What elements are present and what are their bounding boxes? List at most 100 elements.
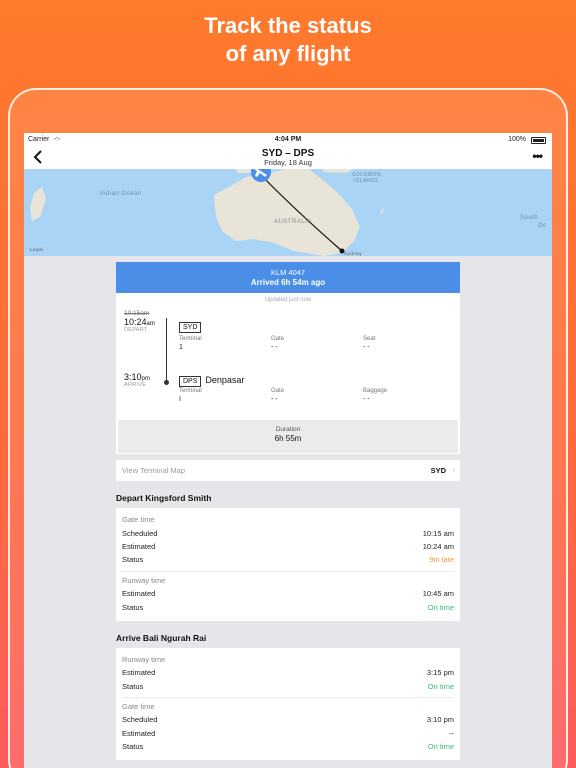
arrive-times: 3:10pm ARRIVE — [124, 372, 150, 388]
row-value: 10:24 am — [422, 541, 454, 551]
row-label: Estimated — [122, 668, 156, 678]
baggage-label: Baggage — [363, 388, 388, 394]
view-terminal-map-button[interactable]: View Terminal Map SYD › — [116, 460, 460, 481]
flight-times: 10:15am 10:24am DEPART SYD Terminal 1 Ga… — [116, 308, 460, 454]
list-item: Status On time — [122, 740, 454, 753]
duration-label: Duration — [275, 426, 301, 433]
arrive-terminal: I — [179, 396, 181, 403]
arrive-runway-head: Runway time — [122, 654, 166, 664]
status-on-time: On time — [427, 602, 454, 612]
depart-airport: SYD — [179, 316, 202, 334]
arrive-section-title: Arrive Bali Ngurah Rai — [116, 632, 207, 643]
list-header: Gate time — [122, 513, 454, 526]
depart-terminal-label: Terminal — [179, 336, 202, 342]
more-icon[interactable]: ••• — [532, 149, 543, 163]
depart-code: SYD — [179, 322, 202, 333]
list-item: Status On time — [122, 600, 454, 613]
flight-card: Updated just now 10:15am 10:24am DEPART … — [116, 293, 460, 454]
depart-gate-group: Gate time Scheduled 10:15 am Estimated 10:… — [122, 511, 454, 572]
arrival-status: Arrived 6h 54m ago — [250, 278, 326, 287]
row-label: Status — [122, 602, 144, 612]
list-header: Gate time — [122, 700, 454, 713]
depart-scheduled-time: 10:15am — [124, 310, 150, 317]
timeline-line — [166, 318, 167, 382]
depart-terminal: 1 — [179, 344, 183, 351]
depart-times-list: Gate time Scheduled 10:15 am Estimated 10:… — [116, 508, 460, 621]
row-label: Estimated — [122, 589, 156, 599]
promo-line-1: Track the status — [204, 13, 372, 38]
depart-runway-head: Runway time — [122, 575, 166, 585]
status-on-time: On time — [427, 742, 454, 752]
arrive-time: 3:10pm — [124, 372, 150, 382]
list-item: Estimated 10:45 am — [122, 587, 454, 600]
flight-number: KLM 4047 — [270, 268, 306, 277]
arrive-runway-group: Runway time Estimated 3:15 pm Status On ti… — [122, 651, 454, 698]
list-item: Status On time — [122, 680, 454, 693]
map-label-sydney: Sydney — [344, 251, 363, 256]
arrive-gate: - - — [271, 396, 278, 403]
arrive-times-list: Runway time Estimated 3:15 pm Status On ti… — [116, 647, 460, 761]
map-label-south: South — [520, 215, 539, 221]
list-item: Status 9m late — [122, 553, 454, 566]
arrive-terminal-label: Terminal — [179, 388, 202, 394]
new-guinea-landmass — [322, 169, 354, 173]
madagascar-landmass — [30, 187, 46, 221]
map-label-australia: AUSTRALIA — [274, 219, 312, 225]
depart-gate-label: Gate — [271, 336, 285, 342]
baggage-value: - - — [363, 396, 370, 403]
map-legal-link[interactable]: Legal — [30, 247, 44, 252]
list-item: Scheduled 3:10 pm — [122, 713, 454, 726]
row-label: Estimated — [122, 728, 156, 738]
depart-section-title: Depart Kingsford Smith — [116, 493, 212, 503]
depart-time-value: 10:24 — [124, 317, 147, 327]
battery-icon — [531, 137, 546, 144]
terminal-map-code: SYD — [430, 466, 446, 475]
updated-label: Updated just now — [264, 297, 312, 303]
list-item: Estimated 10:24 am — [122, 540, 454, 553]
list-header: Runway time — [122, 653, 454, 666]
map-label-islands: ISLANDS — [354, 178, 379, 184]
row-label: Status — [122, 742, 144, 752]
status-bar: Carrier ◠ 4:04 PM 100% — [24, 133, 552, 147]
arrive-code: DPS — [179, 376, 202, 387]
clock: 4:04 PM — [274, 136, 302, 143]
list-item: Estimated 3:15 pm — [122, 666, 454, 679]
map-graphic — [30, 169, 384, 256]
arrive-gate-head: Gate time — [122, 702, 155, 712]
seat-label: Seat — [363, 336, 376, 342]
row-label: Status — [122, 681, 144, 691]
flight-map[interactable]: Indian Ocean AUSTRALIA SOLOMON ISLANDS S… — [24, 169, 552, 256]
promo-line-2: of any flight — [225, 41, 351, 66]
arrive-airport: DPS Denpasar — [179, 370, 244, 388]
arrive-time-value: 3:10 — [124, 372, 142, 382]
depart-runway-group: Runway time Estimated 10:45 am Status On t… — [122, 572, 454, 618]
battery-percent: 100% — [508, 136, 526, 143]
map-label-oc: Oc — [538, 223, 547, 229]
app-screen: Carrier ◠ 4:04 PM 100% SYD – DPS Friday,… — [24, 133, 552, 768]
duration-value: 6h 55m — [274, 434, 302, 443]
row-value: -- — [449, 728, 454, 738]
map-label-indian-ocean: Indian Ocean — [100, 191, 142, 197]
nav-bar: SYD – DPS Friday, 18 Aug ••• — [24, 147, 552, 169]
seat-value: - - — [363, 344, 370, 351]
depart-gate: - - — [271, 344, 278, 351]
flight-content: KLM 4047 Arrived 6h 54m ago Updated just… — [116, 262, 460, 761]
vanuatu-landmass — [380, 209, 384, 215]
depart-times: 10:15am 10:24am DEPART — [124, 310, 155, 333]
list-header: Runway time — [122, 574, 454, 587]
depart-time: 10:24am — [124, 317, 155, 327]
row-value: 3:15 pm — [426, 668, 454, 678]
arrive-gate-group: Gate time Scheduled 3:10 pm Estimated -- S… — [122, 698, 454, 758]
status-late: 9m late — [429, 555, 454, 565]
duration-box: Duration 6h 55m — [118, 420, 458, 453]
row-label: Estimated — [122, 541, 156, 551]
chevron-right-icon: › — [452, 465, 456, 474]
row-label: Scheduled — [122, 528, 158, 538]
timeline-dot — [164, 380, 169, 385]
list-item: Estimated -- — [122, 727, 454, 740]
row-label: Status — [122, 555, 144, 565]
row-value: 10:45 am — [422, 589, 454, 599]
flight-header: KLM 4047 Arrived 6h 54m ago — [116, 262, 460, 293]
status-on-time: On time — [427, 681, 454, 691]
row-value: 10:15 am — [422, 528, 454, 538]
